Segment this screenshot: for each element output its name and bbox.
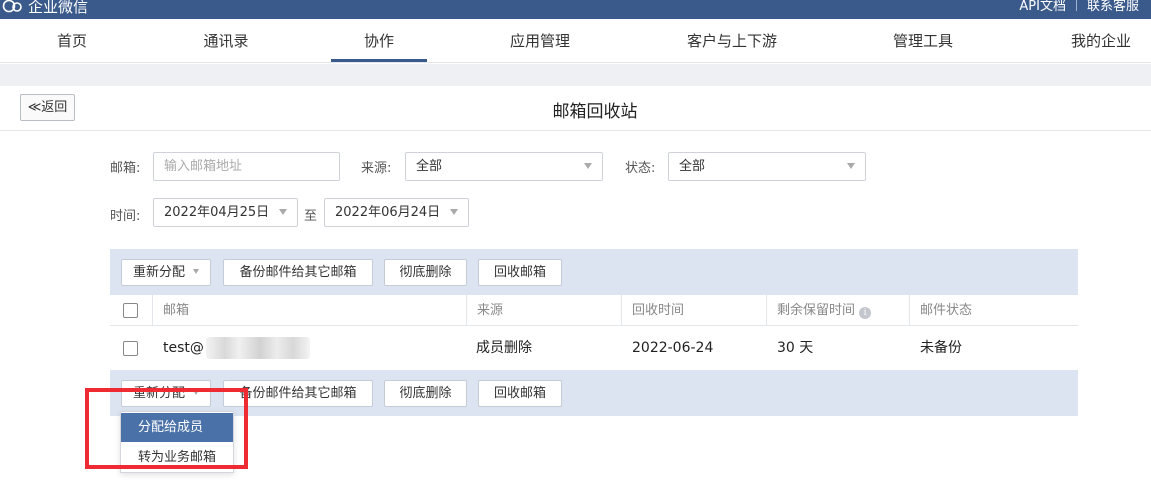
recover-mailbox-button[interactable]: 回收邮箱 (478, 259, 562, 286)
nav-active-indicator (331, 59, 427, 62)
backup-mail-button[interactable]: 备份邮件给其它邮箱 (223, 259, 373, 286)
chevron-down-icon (193, 269, 199, 274)
chevron-down-icon (847, 163, 855, 169)
status-filter-label: 状态: (625, 161, 656, 176)
nav-item-contacts[interactable]: 通讯录 (190, 19, 262, 63)
column-header-remaining-time: 剩余保留时间 i (766, 295, 909, 326)
source-select-value: 全部 (416, 159, 443, 174)
remaining-time-label: 剩余保留时间 (777, 303, 856, 318)
brand-logo[interactable]: 企业微信 (2, 0, 88, 18)
end-date-select[interactable]: 2022年06月24日 (324, 198, 469, 227)
email-search-input[interactable]: 输入邮箱地址 (153, 152, 340, 181)
start-date-select[interactable]: 2022年04月25日 (153, 198, 298, 227)
select-all-checkbox[interactable] (123, 303, 138, 318)
main-nav: 首页 通讯录 协作 应用管理 客户与上下游 管理工具 我的企业 (0, 19, 1151, 63)
wecom-logo-icon (2, 0, 24, 14)
start-date-value: 2022年04月25日 (164, 205, 270, 220)
email-filter-label: 邮箱: (110, 161, 141, 176)
column-header-email: 邮箱 (152, 295, 466, 326)
nav-item-customers[interactable]: 客户与上下游 (674, 19, 790, 63)
content-spacer (0, 64, 1151, 86)
reassign-dropdown-button[interactable]: 重新分配 (121, 259, 211, 286)
row-email: test@ (163, 327, 310, 369)
column-header-mail-status: 邮件状态 (909, 295, 1078, 326)
action-toolbar-top: 重新分配 备份邮件给其它邮箱 彻底删除 回收邮箱 (110, 249, 1078, 295)
api-docs-link[interactable]: API文档 (1019, 0, 1066, 14)
row-recycle-time: 2022-06-24 (632, 340, 714, 356)
date-range-separator: 至 (304, 209, 318, 224)
row-email-text: test@ (163, 340, 204, 356)
brand-name: 企业微信 (28, 0, 89, 16)
column-header-source: 来源 (466, 295, 621, 326)
top-links: API文档 联系客服 (1019, 0, 1139, 14)
row-source: 成员删除 (476, 340, 532, 356)
table-header: 邮箱 来源 回收时间 剩余保留时间 i 邮件状态 (110, 295, 1078, 326)
row-mail-status: 未备份 (920, 340, 962, 356)
info-icon[interactable]: i (859, 307, 872, 319)
nav-item-management-tools[interactable]: 管理工具 (878, 19, 968, 63)
time-filter-label: 时间: (110, 209, 141, 224)
divider (1075, 0, 1077, 11)
row-remaining-time: 30 天 (777, 340, 814, 356)
chevron-down-icon (450, 209, 458, 215)
nav-item-home[interactable]: 首页 (40, 19, 104, 63)
status-select-value: 全部 (679, 159, 706, 174)
nav-item-my-company[interactable]: 我的企业 (1056, 19, 1146, 63)
nav-item-app-management[interactable]: 应用管理 (495, 19, 585, 63)
action-toolbar-bottom: 重新分配 备份邮件给其它邮箱 彻底删除 回收邮箱 (110, 370, 1078, 416)
annotation-highlight-box (85, 388, 248, 469)
end-date-value: 2022年06月24日 (335, 205, 441, 220)
status-select[interactable]: 全部 (668, 152, 866, 181)
nav-item-collaboration[interactable]: 协作 (331, 19, 427, 63)
page-title: 邮箱回收站 (552, 102, 638, 122)
top-bar: 企业微信 API文档 联系客服 (0, 0, 1151, 19)
recover-mailbox-button[interactable]: 回收邮箱 (478, 380, 562, 407)
chevron-down-icon (279, 209, 287, 215)
permanent-delete-button[interactable]: 彻底删除 (384, 259, 467, 286)
chevron-down-icon (584, 163, 592, 169)
source-select[interactable]: 全部 (405, 152, 603, 181)
contact-support-link[interactable]: 联系客服 (1087, 0, 1139, 14)
table-row[interactable]: test@ 成员删除 2022-06-24 30 天 未备份 (110, 327, 1078, 369)
source-filter-label: 来源: (361, 161, 392, 176)
row-checkbox[interactable] (123, 341, 138, 356)
redacted-blur (205, 337, 310, 359)
reassign-label: 重新分配 (132, 265, 185, 280)
column-header-recycle-time: 回收时间 (621, 295, 766, 326)
permanent-delete-button[interactable]: 彻底删除 (384, 380, 467, 407)
